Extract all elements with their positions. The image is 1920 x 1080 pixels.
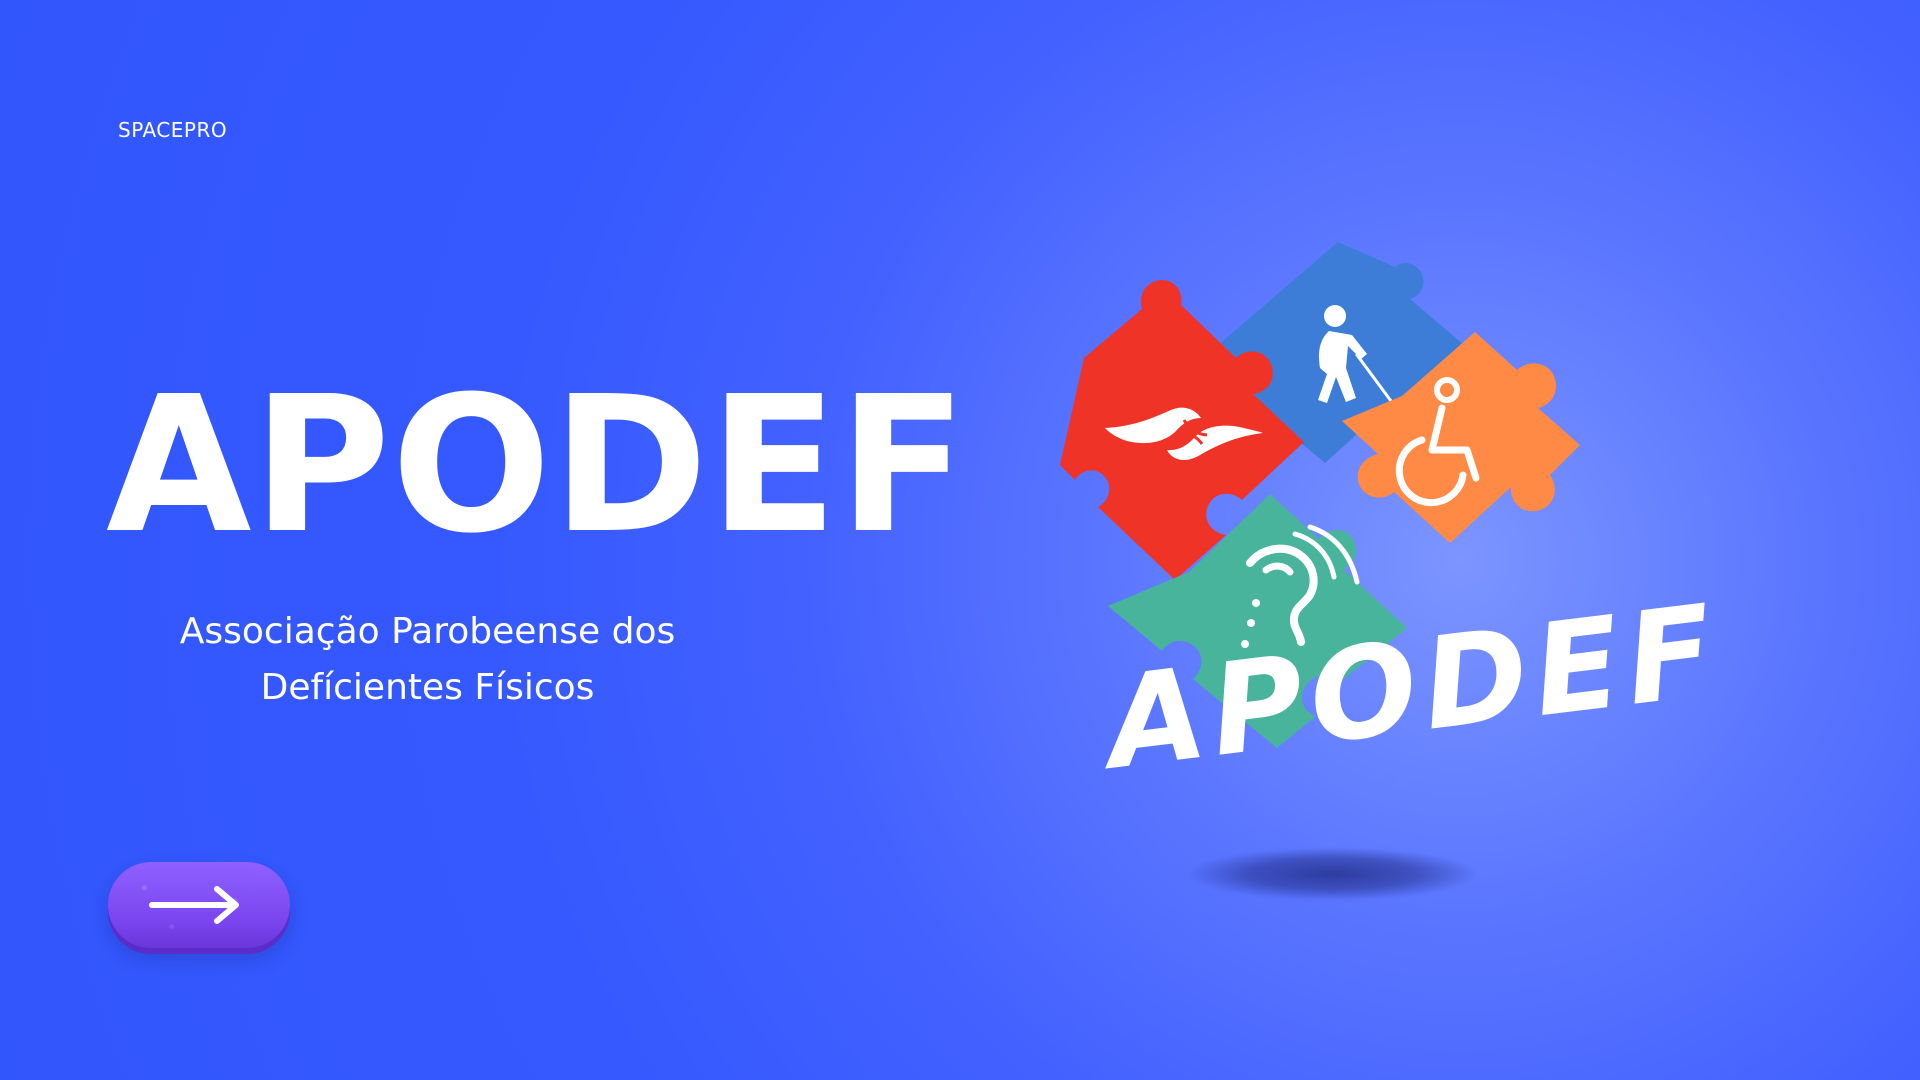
next-button[interactable] [108, 862, 290, 948]
hero-subtitle-line-2: Defícientes Físicos [260, 667, 595, 708]
hero-subtitle-line-1: Associação Parobeense dos [179, 611, 676, 652]
arrow-right-icon [149, 886, 239, 924]
apodef-logo: APODEF [1060, 230, 1728, 930]
hero-subtitle: Associação Parobeense dos Defícientes Fí… [150, 604, 705, 716]
blind-person-head-icon [1324, 305, 1346, 327]
hero-title: APODEF [106, 356, 969, 575]
brand-label: SPACEPRO [118, 118, 228, 142]
logo-shadow [1190, 848, 1475, 900]
